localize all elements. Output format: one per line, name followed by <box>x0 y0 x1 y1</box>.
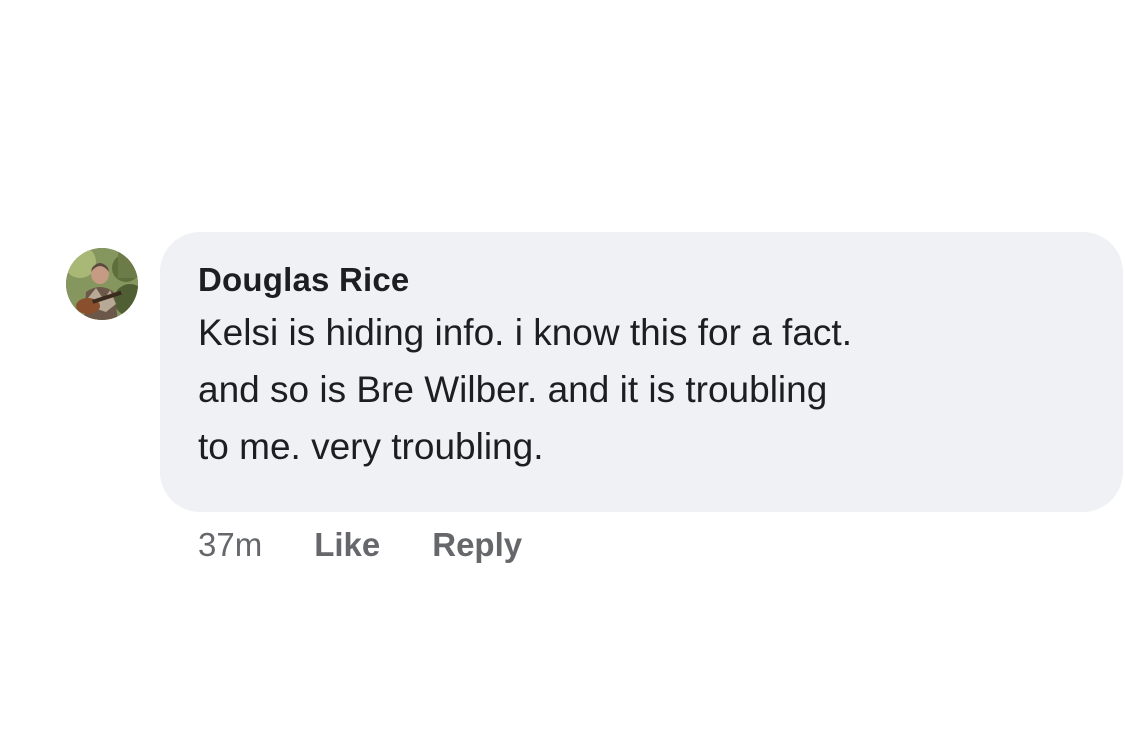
comment-bubble: Douglas Rice Kelsi is hiding info. i kno… <box>160 232 1123 512</box>
comment-text: Kelsi is hiding info. i know this for a … <box>198 312 852 467</box>
comment-timestamp[interactable]: 37m <box>198 526 262 564</box>
profile-photo-icon <box>66 248 138 320</box>
like-button[interactable]: Like <box>314 526 380 564</box>
comment-author[interactable]: Douglas Rice <box>198 260 1083 300</box>
avatar[interactable] <box>66 248 138 320</box>
comment-actions: 37m Like Reply <box>198 522 574 568</box>
comment-screenshot: Douglas Rice Kelsi is hiding info. i kno… <box>0 0 1125 742</box>
reply-button[interactable]: Reply <box>432 526 522 564</box>
